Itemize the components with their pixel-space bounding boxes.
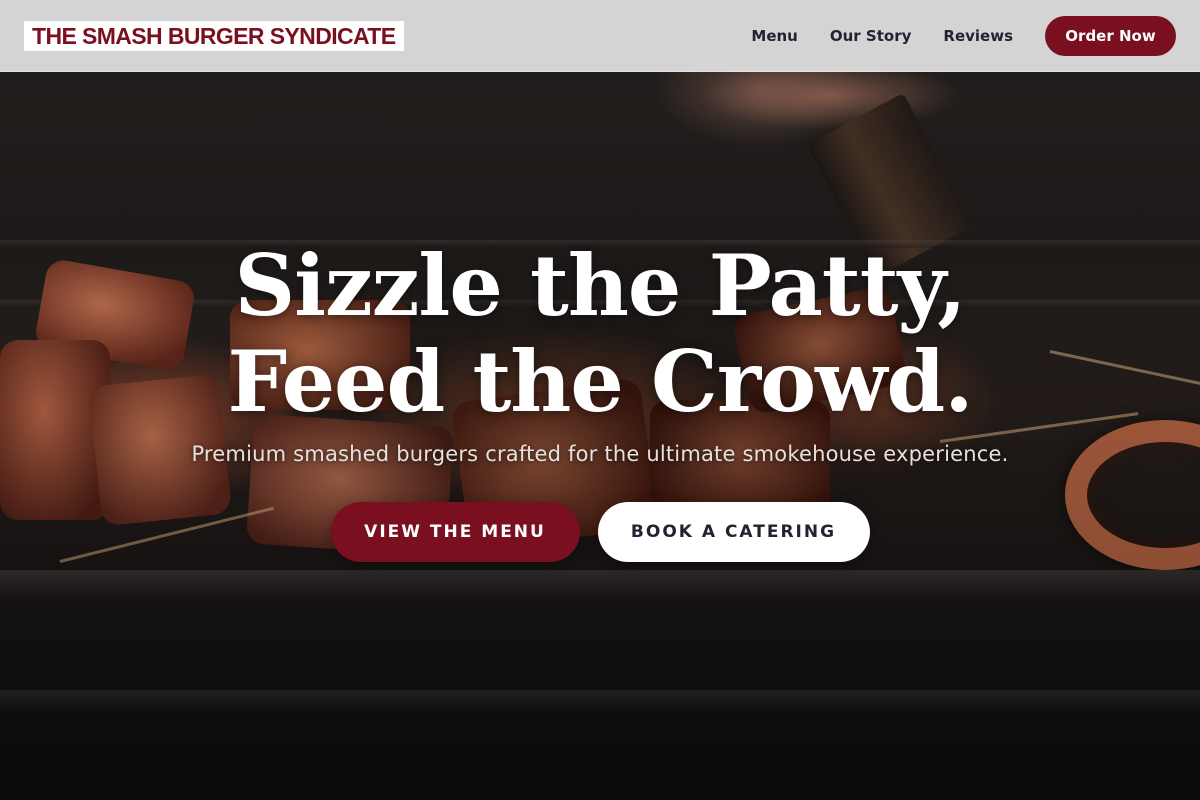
brand-logo[interactable]: THE SMASH BURGER SYNDICATE (24, 20, 404, 51)
view-menu-button[interactable]: VIEW THE MENU (330, 502, 580, 562)
hero-headline: Sizzle the Patty, Feed the Crowd. (0, 238, 1200, 430)
hero-cta-group: VIEW THE MENU BOOK A CATERING (0, 502, 1200, 562)
nav-link-our-story[interactable]: Our Story (830, 27, 912, 45)
order-now-button[interactable]: Order Now (1045, 15, 1176, 56)
hero-headline-line-1: Sizzle the Patty, (234, 236, 966, 335)
nav-link-menu[interactable]: Menu (751, 27, 797, 45)
main-nav: Menu Our Story Reviews Order Now (751, 15, 1176, 56)
nav-link-reviews[interactable]: Reviews (943, 27, 1013, 45)
hero-subheadline: Premium smashed burgers crafted for the … (191, 442, 1009, 466)
hero-section: Sizzle the Patty, Feed the Crowd. Premiu… (0, 238, 1200, 562)
book-catering-button[interactable]: BOOK A CATERING (597, 502, 870, 562)
hero-headline-line-2: Feed the Crowd. (227, 332, 974, 431)
site-header: THE SMASH BURGER SYNDICATE Menu Our Stor… (0, 0, 1200, 72)
